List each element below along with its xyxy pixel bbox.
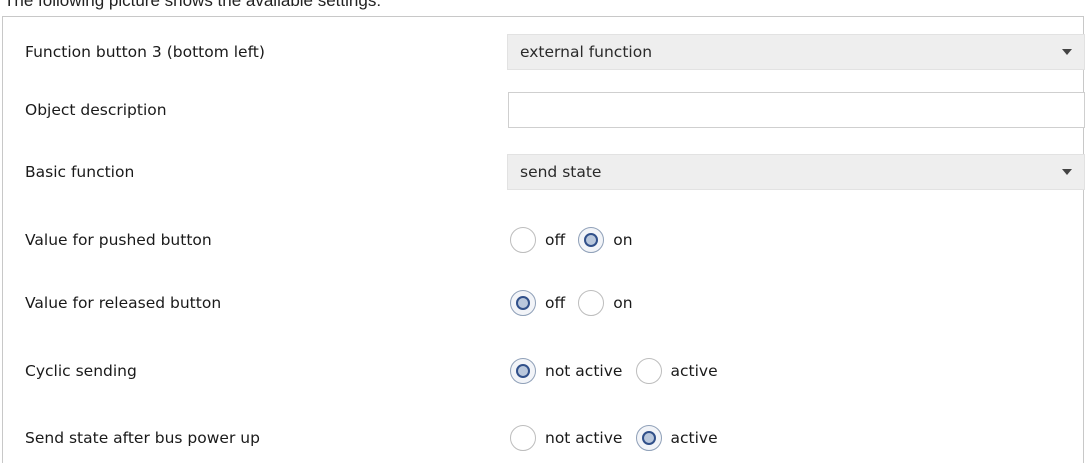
- object-description-input[interactable]: [508, 92, 1085, 128]
- basic-function-label: Basic function: [25, 163, 135, 181]
- row-released: Value for released button off on: [3, 283, 1083, 323]
- chevron-down-icon: [1062, 169, 1072, 175]
- option-label: off: [545, 294, 566, 312]
- released-radio-group: off on: [510, 283, 641, 323]
- pushed-option-off[interactable]: off: [510, 220, 565, 260]
- radio-button[interactable]: [635, 358, 662, 384]
- basic-function-value: send state: [520, 163, 602, 181]
- cyclic-radio-group: not active active: [510, 351, 726, 391]
- settings-panel: Function button 3 (bottom left) external…: [2, 16, 1085, 463]
- released-option-on[interactable]: on: [578, 283, 633, 323]
- radio-dot-icon: [516, 364, 530, 378]
- released-label: Value for released button: [25, 294, 222, 312]
- radio-button-selected[interactable]: [510, 290, 536, 316]
- radio-button[interactable]: [510, 425, 536, 451]
- cyclic-option-active[interactable]: active: [635, 351, 718, 391]
- row-cyclic: Cyclic sending not active active: [3, 351, 1083, 391]
- row-object-description: Object description: [3, 90, 1085, 130]
- chevron-down-icon: [1062, 49, 1072, 55]
- radio-dot-icon: [641, 431, 656, 445]
- caption-text: The following picture shows the availabl…: [4, 0, 382, 10]
- option-label: off: [545, 231, 566, 249]
- radio-button[interactable]: [578, 290, 605, 316]
- radio-dot-icon: [516, 296, 530, 310]
- cyclic-option-not-active[interactable]: not active: [510, 351, 622, 391]
- bus-power-option-not-active[interactable]: not active: [510, 418, 622, 458]
- row-function-button: Function button 3 (bottom left) external…: [3, 32, 1085, 72]
- pushed-option-on[interactable]: on: [578, 220, 633, 260]
- option-label: active: [670, 362, 718, 380]
- row-bus-power: Send state after bus power up not active…: [3, 418, 1083, 458]
- option-label: on: [613, 231, 633, 249]
- radio-button[interactable]: [510, 227, 536, 253]
- function-button-value: external function: [520, 43, 653, 61]
- radio-button-selected[interactable]: [635, 425, 662, 451]
- radio-button-selected[interactable]: [510, 358, 536, 384]
- option-label: active: [670, 429, 718, 447]
- option-label: on: [613, 294, 633, 312]
- row-pushed: Value for pushed button off on: [3, 220, 1083, 260]
- bus-power-option-active[interactable]: active: [635, 418, 718, 458]
- object-description-label: Object description: [25, 101, 167, 119]
- option-label: not active: [545, 362, 623, 380]
- option-label: not active: [545, 429, 623, 447]
- radio-button-selected[interactable]: [578, 227, 605, 253]
- pushed-label: Value for pushed button: [25, 231, 212, 249]
- function-button-dropdown[interactable]: external function: [507, 34, 1085, 70]
- function-button-label: Function button 3 (bottom left): [25, 43, 265, 61]
- bus-power-label: Send state after bus power up: [25, 429, 260, 447]
- radio-dot-icon: [584, 233, 599, 247]
- bus-power-radio-group: not active active: [510, 418, 726, 458]
- released-option-off[interactable]: off: [510, 283, 565, 323]
- cyclic-label: Cyclic sending: [25, 362, 137, 380]
- pushed-radio-group: off on: [510, 220, 641, 260]
- row-basic-function: Basic function send state: [3, 152, 1085, 192]
- basic-function-dropdown[interactable]: send state: [507, 154, 1085, 190]
